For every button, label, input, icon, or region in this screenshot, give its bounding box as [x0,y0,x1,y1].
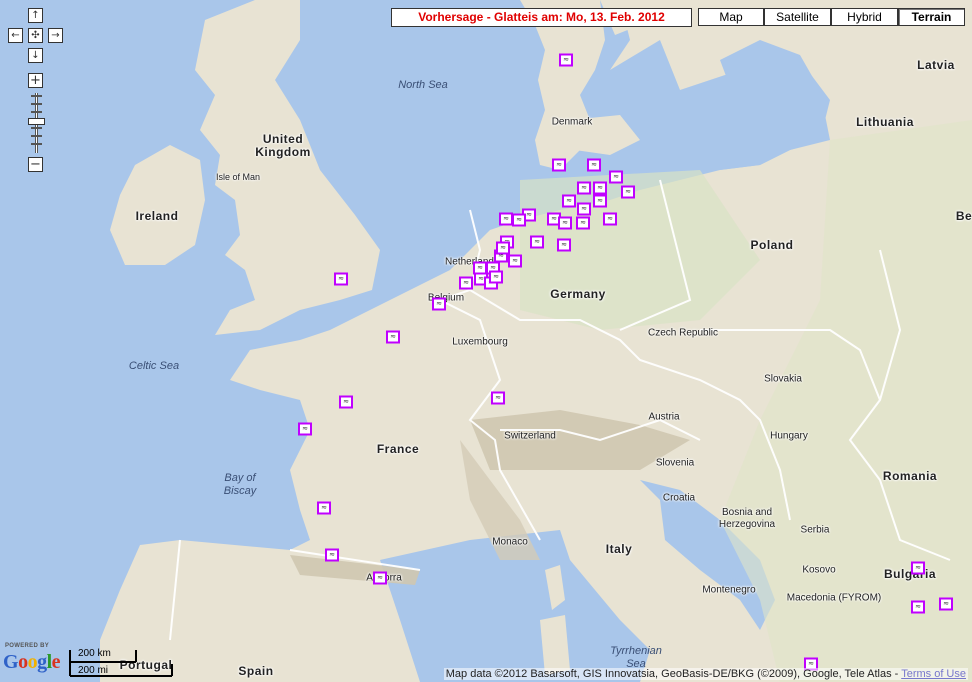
label-macedonia: Macedonia (FYROM) [786,592,882,604]
google-logo[interactable]: POWERED BY Google [3,643,65,679]
ice-warning-icon[interactable]: ≈ [552,158,566,172]
ice-warning-icon[interactable]: ≈ [508,254,522,268]
label-romania: Romania [882,469,938,483]
ice-warning-icon[interactable]: ≈ [558,216,572,230]
ice-warning-icon[interactable]: ≈ [334,272,348,286]
label-czech-republic: Czech Republic [647,327,719,339]
ice-warning-icon[interactable]: ≈ [577,202,591,216]
maptype-satellite-button[interactable]: Satellite [764,8,831,26]
label-hungary: Hungary [770,430,808,442]
ice-warning-icon[interactable]: ≈ [432,297,446,311]
label-slovakia: Slovakia [764,373,802,385]
label-lithuania: Lithuania [856,115,914,129]
ice-warning-icon[interactable]: ≈ [317,501,331,515]
ice-warning-icon[interactable]: ≈ [911,561,925,575]
ice-warning-icon[interactable]: ≈ [530,235,544,249]
label-latvia: Latvia [917,58,955,72]
label-croatia: Croatia [662,492,696,504]
zoom-in-button[interactable]: + [28,73,43,88]
maptype-hybrid-button[interactable]: Hybrid [831,8,898,26]
ice-warning-icon[interactable]: ≈ [298,422,312,436]
label-montenegro: Montenegro [702,584,756,596]
label-denmark: Denmark [551,116,593,128]
pan-right-button[interactable]: → [48,28,63,43]
label-bosnia: Bosnia and Herzegovina [718,507,776,530]
ice-warning-icon[interactable]: ≈ [603,212,617,226]
zoom-out-button[interactable]: − [28,157,43,172]
maptype-map-button[interactable]: Map [698,8,764,26]
label-spain: Spain [238,664,274,678]
pan-up-button[interactable]: ↑ [28,8,43,23]
label-monaco: Monaco [492,536,528,548]
ice-warning-icon[interactable]: ≈ [939,597,953,611]
label-bulgaria: Bulgaria [883,567,937,581]
ice-warning-icon[interactable]: ≈ [557,238,571,252]
scale-km-label: 200 km [78,648,111,659]
label-austria: Austria [648,411,680,423]
ice-warning-icon[interactable]: ≈ [911,600,925,614]
attribution-text: Map data ©2012 Basarsoft, GIS Innovatsia… [445,668,902,680]
zoom-slider-thumb[interactable] [28,118,45,125]
pan-center-button[interactable]: ✣ [28,28,43,43]
pan-down-button[interactable]: ↓ [28,48,43,63]
label-bay-of-biscay: Bay of Biscay [223,472,257,497]
label-poland: Poland [750,238,794,252]
ice-warning-icon[interactable]: ≈ [491,391,505,405]
label-france: France [376,442,420,456]
ice-warning-icon[interactable]: ≈ [576,216,590,230]
label-isle-of-man: Isle of Man [215,172,261,182]
attribution: Map data ©2012 Basarsoft, GIS Innovatsia… [443,668,968,680]
label-ireland: Ireland [135,209,179,223]
ice-warning-icon[interactable]: ≈ [609,170,623,184]
label-italy: Italy [605,542,633,556]
forecast-banner: Vorhersage - Glatteis am: Mo, 13. Feb. 2… [391,8,692,27]
scale-mi-label: 200 mi [78,665,109,676]
maptype-terrain-button[interactable]: Terrain [898,8,965,26]
ice-warning-icon[interactable]: ≈ [339,395,353,409]
label-belarus-partial: Be [955,209,972,223]
label-united-kingdom: United Kingdom [255,132,311,159]
ice-warning-icon[interactable]: ≈ [621,185,635,199]
ice-warning-icon[interactable]: ≈ [459,276,473,290]
ice-warning-icon[interactable]: ≈ [562,194,576,208]
ice-warning-icon[interactable]: ≈ [577,181,591,195]
label-celtic-sea: Celtic Sea [128,360,180,372]
ice-warning-icon[interactable]: ≈ [373,571,387,585]
label-north-sea: North Sea [398,79,448,91]
map-canvas[interactable]: Ireland United Kingdom France Germany Po… [0,0,972,682]
label-serbia: Serbia [800,524,830,536]
ice-warning-icon[interactable]: ≈ [496,241,510,255]
ice-warning-icon[interactable]: ≈ [386,330,400,344]
ice-warning-icon[interactable]: ≈ [325,548,339,562]
label-germany: Germany [550,287,606,301]
ice-warning-icon[interactable]: ≈ [559,53,573,67]
label-switzerland: Switzerland [504,430,556,442]
ice-warning-icon[interactable]: ≈ [593,181,607,195]
ice-warning-icon[interactable]: ≈ [489,270,503,284]
scale-bar: 200 km 200 mi [68,648,174,678]
pan-left-button[interactable]: ← [8,28,23,43]
ice-warning-icon[interactable]: ≈ [512,213,526,227]
label-kosovo: Kosovo [802,564,836,576]
ice-warning-icon[interactable]: ≈ [593,194,607,208]
google-wordmark: Google [3,651,61,673]
powered-by-label: POWERED BY [5,643,50,649]
terms-of-use-link[interactable]: Terms of Use [901,668,966,680]
ice-warning-icon[interactable]: ≈ [587,158,601,172]
label-luxembourg: Luxembourg [452,336,508,348]
label-slovenia: Slovenia [655,457,695,469]
ice-warning-icon[interactable]: ≈ [499,212,513,226]
